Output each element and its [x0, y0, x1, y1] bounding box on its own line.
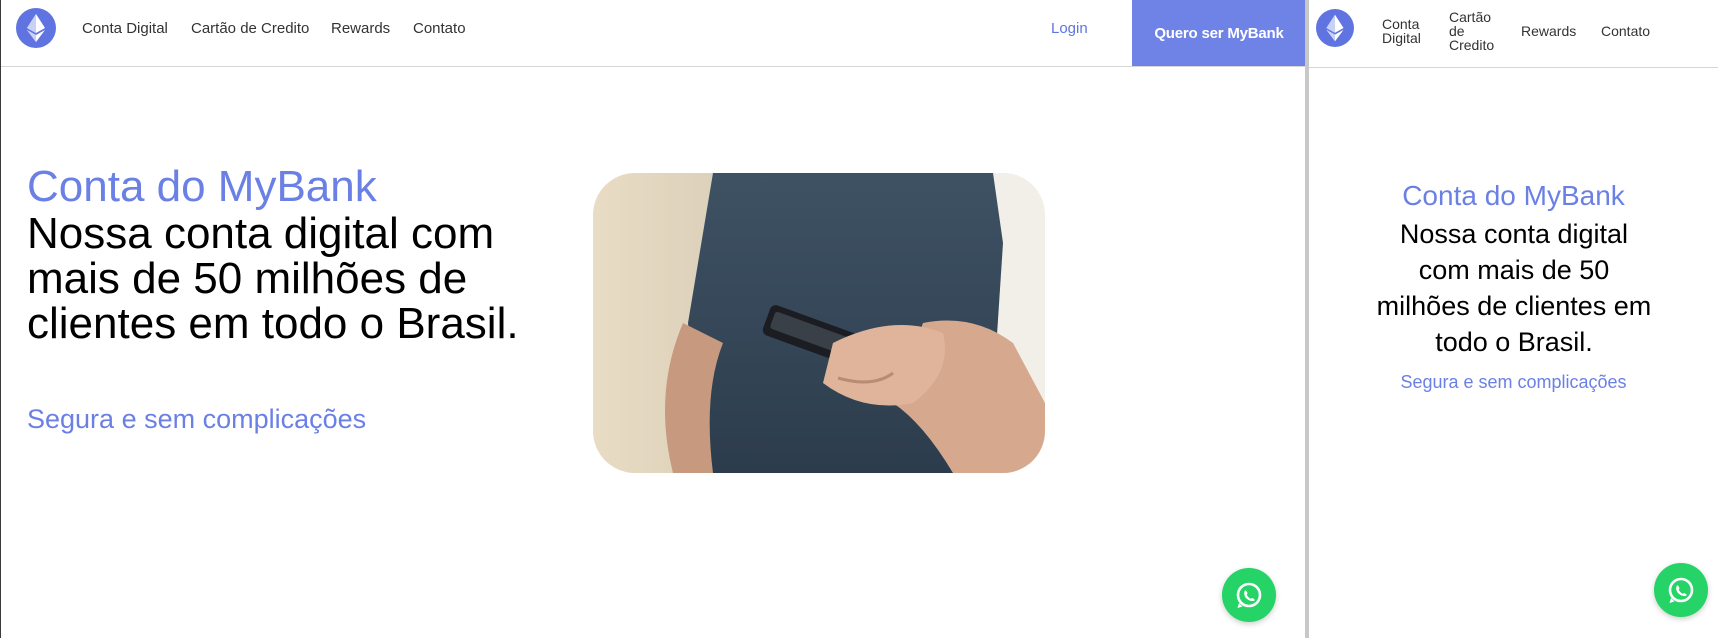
mobile-view: Conta Digital Cartão de Credito Rewards …	[1309, 0, 1718, 638]
whatsapp-chat-button[interactable]	[1654, 563, 1708, 617]
nav-link-cartao-de-credito[interactable]: Cartão de Credito	[191, 20, 309, 37]
top-navbar-mobile: Conta Digital Cartão de Credito Rewards …	[1309, 0, 1718, 68]
hero-eyebrow: Conta do MyBank	[27, 162, 377, 211]
nav-link-conta-digital[interactable]: Conta Digital	[82, 20, 168, 37]
nav-link-contato[interactable]: Contato	[1601, 24, 1650, 38]
hero-phone-image	[593, 173, 1045, 473]
nav-link-contato[interactable]: Contato	[413, 20, 466, 37]
top-navbar: Conta Digital Cartão de Credito Rewards …	[1, 0, 1305, 67]
signup-cta-button[interactable]: Quero ser MyBank	[1132, 0, 1305, 66]
desktop-view: Conta Digital Cartão de Credito Rewards …	[0, 0, 1305, 638]
nav-link-rewards[interactable]: Rewards	[331, 20, 390, 37]
nav-link-conta-digital[interactable]: Conta Digital	[1382, 17, 1430, 45]
whatsapp-chat-button[interactable]	[1222, 568, 1276, 622]
ethereum-logo-icon[interactable]	[1316, 9, 1354, 47]
login-link[interactable]: Login	[1051, 20, 1088, 37]
nav-link-cartao-de-credito[interactable]: Cartão de Credito	[1449, 10, 1503, 52]
nav-link-rewards[interactable]: Rewards	[1521, 24, 1576, 38]
ethereum-logo-icon[interactable]	[16, 8, 56, 48]
hero-eyebrow: Conta do MyBank	[1402, 180, 1625, 211]
hero-subtitle: Segura e sem complicações	[27, 404, 367, 434]
hero-headline: Nossa conta digital com mais de 50 milhõ…	[27, 209, 519, 348]
hero-subtitle: Segura e sem complicações	[1400, 372, 1627, 392]
whatsapp-icon	[1236, 582, 1262, 608]
whatsapp-icon	[1668, 577, 1694, 603]
hero-headline: Nossa conta digital com mais de 50 milhõ…	[1376, 219, 1652, 357]
